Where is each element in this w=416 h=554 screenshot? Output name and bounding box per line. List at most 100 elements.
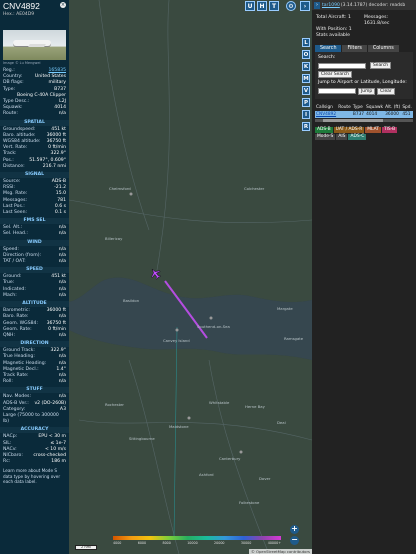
search-input[interactable]	[318, 62, 366, 69]
section-title-accuracy: ACCURACY	[0, 427, 69, 434]
table-scrollbar[interactable]	[315, 118, 413, 122]
map-canvas[interactable]	[69, 0, 312, 554]
zoom-in-button[interactable]: +	[290, 525, 299, 534]
altitude-label: 4000	[113, 541, 122, 545]
column-header[interactable]: Alt. (ft)	[384, 104, 401, 111]
clear-jump-button[interactable]: Clear	[377, 87, 395, 95]
info-value: 216.7 nmi	[42, 163, 66, 169]
column-header[interactable]: Squawk	[365, 104, 384, 111]
map-button-k[interactable]: K	[302, 62, 310, 71]
settings-icon[interactable]: ⚙	[286, 1, 296, 11]
map-place-label: Southend-on-Sea	[197, 324, 230, 329]
tab-search[interactable]: Search	[315, 45, 342, 52]
search-panel: Search: Search Clear Search Jump to Airp…	[315, 52, 413, 99]
info-value: n/a	[58, 292, 66, 298]
altitude-label: 30000	[240, 541, 252, 545]
map-place-label: Rochester	[105, 402, 124, 407]
info-row: Large (75000 to 300000 lb)	[0, 413, 69, 425]
map-place-label: Whitstable	[209, 400, 230, 405]
map-place-label: Deal	[277, 420, 286, 425]
map-place-label: Margate	[277, 306, 293, 311]
altitude-scale-labels: 4000 6000 8000 10000 20000 30000 40000+	[113, 541, 281, 545]
legend-item: UAT / ADS-R	[333, 126, 365, 133]
jump-label: Jump to Airport or Latitude, Longitude:	[318, 80, 407, 85]
legend-item: MLAT	[365, 126, 381, 133]
jump-button[interactable]: Jump	[358, 87, 376, 95]
zoom-out-button[interactable]: −	[290, 536, 299, 545]
section-title-stuff: STUFF	[0, 387, 69, 394]
column-header[interactable]: Route	[337, 104, 352, 111]
aircraft-photo-wing	[28, 44, 46, 47]
map-button-v[interactable]: V	[302, 86, 310, 95]
column-header[interactable]: Callsign	[315, 104, 337, 111]
table-cell: 451	[401, 110, 413, 118]
map-attribution[interactable]: © OpenStreetMap contributors	[249, 549, 312, 554]
expand-sidebar-icon[interactable]: ›	[300, 1, 310, 11]
aircraft-list-panel: › tar1090 (3.14.1787) decoder: readsb To…	[312, 0, 416, 554]
collapse-arrow-icon[interactable]: ›	[314, 1, 320, 9]
map-place-label: Herne Bay	[245, 404, 265, 409]
tab-filters[interactable]: Filters	[342, 45, 367, 52]
map-place-label: Basildon	[123, 298, 140, 303]
map-place-label: Sittingbourne	[129, 436, 155, 441]
section-title-wind: WIND	[0, 239, 69, 246]
tar1090-link[interactable]: tar1090	[322, 3, 340, 8]
map-button-l[interactable]: L	[302, 38, 310, 47]
field-label: Route:	[3, 111, 18, 117]
stat-value	[364, 33, 412, 39]
map-button-h[interactable]: H	[257, 1, 267, 11]
stat-label: Stats available	[316, 33, 350, 38]
altitude-color-scale	[113, 536, 281, 540]
altitude-label: 40000+	[267, 541, 281, 545]
map-scale-bar: 2 nmi	[75, 545, 97, 550]
info-value: n/a	[58, 332, 66, 338]
info-label: Sel. Head.:	[3, 231, 28, 237]
field-row: Route: n/a	[0, 111, 69, 117]
table-cell: B737	[351, 110, 366, 118]
close-icon[interactable]: ×	[60, 2, 66, 8]
info-sections: SPATIAL Groundspeed: 451 kt Baro. altitude:…	[0, 119, 69, 466]
legend-item: ADS-C	[348, 133, 367, 140]
map-button-t[interactable]: T	[269, 1, 279, 11]
map-button-m[interactable]: M	[302, 74, 310, 83]
info-label: TAT / OAT:	[3, 259, 26, 265]
info-row: Sel. Head.: n/a	[0, 231, 69, 237]
section-title-speed: SPEED	[0, 267, 69, 274]
legend-item: TIS-B	[381, 126, 398, 133]
map-button-u[interactable]: U	[245, 1, 255, 11]
aircraft-info-panel: CNV4892 Hex.: AE04D9 × Image © Lu Mengwe…	[0, 0, 69, 554]
map-place-label: Ashford	[199, 472, 214, 477]
map-button-p[interactable]: P	[302, 98, 310, 107]
clear-search-button[interactable]: Clear Search	[318, 71, 352, 78]
aircraft-callsign: CNV4892	[3, 1, 40, 11]
map-place-label: Chelmsford	[109, 186, 131, 191]
map-button-r[interactable]: R	[302, 122, 310, 131]
aircraft-fields: Reg.: 165835 Country: United States DB flags…	[0, 68, 69, 118]
map-button-o[interactable]: O	[302, 50, 310, 59]
info-value: n/a	[58, 379, 66, 385]
map-place-label: Ramsgate	[284, 336, 304, 341]
aircraft-photo[interactable]	[3, 30, 66, 60]
tab-columns[interactable]: Columns	[367, 45, 399, 52]
info-row: QNH: n/a	[0, 333, 69, 339]
scrollbar-thumb[interactable]	[323, 118, 383, 122]
info-label: Rc:	[3, 459, 11, 465]
info-row: Distance: 216.7 nmi	[0, 164, 69, 170]
map-view[interactable]: Chelmsford Southend-on-Sea Canvey Island Ma…	[69, 0, 312, 554]
field-label: Type:	[3, 86, 16, 92]
column-header[interactable]: Type	[352, 104, 365, 111]
legend-item: ADS-B	[315, 126, 333, 133]
legend-item: Mode-S	[315, 133, 336, 140]
column-header[interactable]: Spd.	[401, 104, 413, 111]
stat-value: Messages: 1631.8/sec	[364, 15, 390, 26]
info-row: TAT / OAT: n/a	[0, 259, 69, 265]
altitude-label: 8000	[162, 541, 171, 545]
search-button[interactable]: Search	[370, 62, 392, 69]
section-title-direction: DIRECTION	[0, 341, 69, 348]
footer-text: Learn more about Mode S data type by hov…	[3, 468, 61, 484]
map-button-i[interactable]: I	[302, 110, 310, 119]
table-row[interactable]: CNV4892 B737 4014 36000 451	[315, 110, 413, 118]
jump-input[interactable]	[318, 88, 356, 94]
table-header-row: Callsign Route Type Squawk Alt. (ft) Spd.	[315, 104, 413, 111]
callsign-cell[interactable]: CNV4892	[315, 110, 338, 118]
